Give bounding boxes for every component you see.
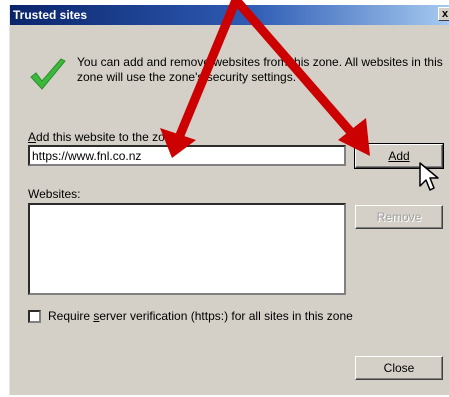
annotation-arrows	[160, 0, 370, 158]
annotation-arrow-to-add	[231, 0, 370, 156]
mouse-pointer-icon	[419, 162, 439, 191]
annotation-arrow-to-input	[160, 0, 241, 158]
